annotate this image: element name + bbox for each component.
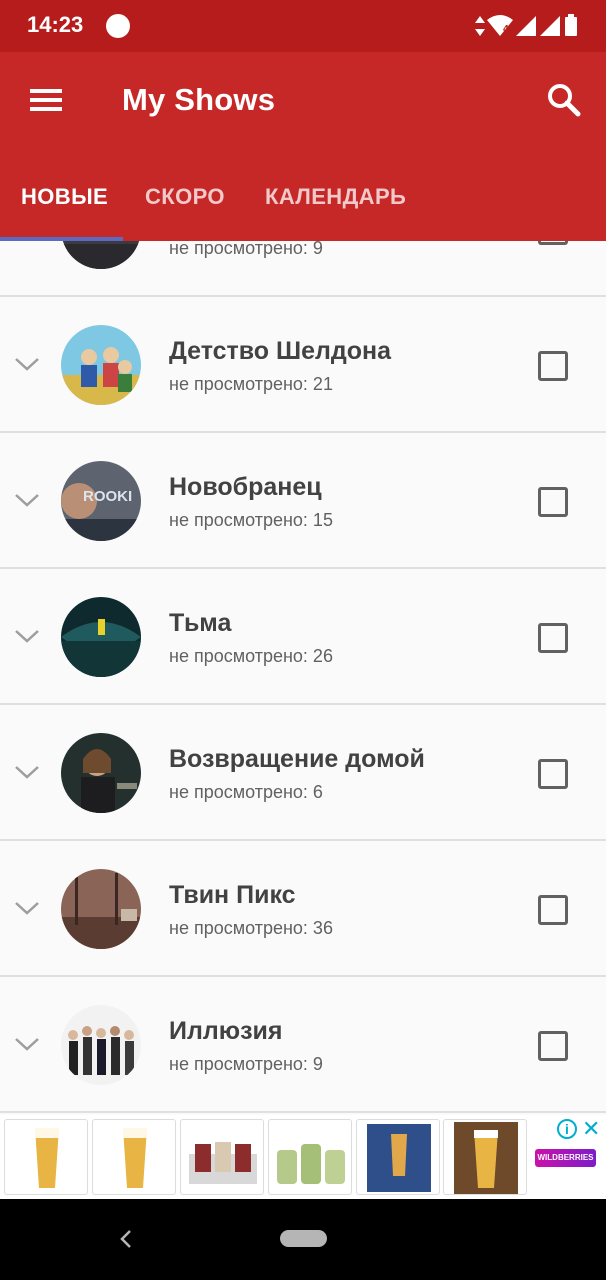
chevron-down-icon[interactable] xyxy=(14,899,40,917)
tab-new[interactable]: НОВЫЕ xyxy=(21,184,108,210)
mark-watched-checkbox[interactable] xyxy=(538,623,568,653)
status-bar: 14:23 4 xyxy=(0,0,606,52)
show-poster xyxy=(61,869,141,949)
battery-icon xyxy=(565,14,577,36)
ad-product-green-jars[interactable] xyxy=(268,1119,352,1195)
list-item[interactable]: Иллюзия не просмотрено: 9 xyxy=(0,977,606,1113)
status-icons: 4 xyxy=(472,13,580,39)
show-poster xyxy=(61,733,141,813)
chevron-down-icon[interactable] xyxy=(14,491,40,509)
system-nav-bar xyxy=(0,1199,606,1280)
mark-watched-checkbox[interactable] xyxy=(538,1031,568,1061)
list-item[interactable]: Тьма не просмотрено: 26 xyxy=(0,569,606,705)
show-poster: ROOKI xyxy=(61,461,141,541)
app-title: My Shows xyxy=(122,82,276,117)
tab-soon[interactable]: СКОРО xyxy=(145,184,225,210)
list-item[interactable]: Твин Пикс не просмотрено: 36 xyxy=(0,841,606,977)
unwatched-count: не просмотрено: 26 xyxy=(169,646,333,666)
cell-signal-2-icon xyxy=(540,16,560,36)
show-title: Иллюзия xyxy=(169,1017,283,1045)
show-list[interactable]: не просмотрено: 9 Детство Шелдона не про… xyxy=(0,241,606,1115)
show-poster xyxy=(61,1005,141,1085)
unwatched-count: не просмотрено: 15 xyxy=(169,510,333,530)
mark-watched-checkbox[interactable] xyxy=(538,487,568,517)
mark-watched-checkbox[interactable] xyxy=(538,759,568,789)
tab-calendar[interactable]: КАЛЕНДАРЬ xyxy=(265,184,406,210)
show-title: Детство Шелдона xyxy=(169,337,392,365)
show-poster xyxy=(61,325,141,405)
poster-text: ROOKI xyxy=(83,488,132,505)
ad-product-beer-glass-2[interactable] xyxy=(92,1119,176,1195)
wifi-icon xyxy=(487,15,513,36)
unwatched-count: не просмотрено: 21 xyxy=(169,374,333,394)
list-item[interactable]: не просмотрено: 9 xyxy=(0,241,606,297)
list-item[interactable]: ROOKI Новобранец не просмотрено: 15 xyxy=(0,433,606,569)
ad-product-shot-glass[interactable] xyxy=(356,1119,440,1195)
unwatched-count: не просмотрено: 9 xyxy=(169,241,323,258)
unwatched-count: не просмотрено: 9 xyxy=(169,1054,323,1074)
list-item[interactable]: Детство Шелдона не просмотрено: 21 xyxy=(0,297,606,433)
search-icon[interactable] xyxy=(544,80,584,120)
unwatched-count: не просмотрено: 6 xyxy=(169,782,323,802)
mark-watched-checkbox[interactable] xyxy=(538,351,568,381)
home-pill[interactable] xyxy=(280,1230,327,1247)
ad-product-beer-glass[interactable] xyxy=(4,1119,88,1195)
show-poster xyxy=(61,241,141,269)
status-time: 14:23 xyxy=(27,12,84,37)
hamburger-menu-icon[interactable] xyxy=(26,82,68,118)
show-title: Твин Пикс xyxy=(169,881,296,909)
data-arrows-icon xyxy=(475,16,485,36)
close-icon[interactable]: ✕ xyxy=(582,1118,602,1140)
show-poster xyxy=(61,597,141,677)
ad-product-mug-set[interactable] xyxy=(180,1119,264,1195)
mark-watched-checkbox[interactable] xyxy=(538,241,568,245)
app-bar: My Shows НОВЫЕ СКОРО КАЛЕНДАРЬ xyxy=(0,52,606,241)
ad-product-beer-glass-3[interactable] xyxy=(443,1119,527,1195)
back-icon[interactable] xyxy=(116,1227,136,1251)
show-title: Возвращение домой xyxy=(169,745,425,773)
ad-brand-logo[interactable]: WILDBERRIES xyxy=(535,1149,596,1167)
ad-banner[interactable]: i ✕ WILDBERRIES xyxy=(0,1115,606,1199)
chevron-down-icon[interactable] xyxy=(14,763,40,781)
chevron-down-icon[interactable] xyxy=(14,627,40,645)
cell-signal-icon xyxy=(516,16,536,36)
info-icon[interactable]: i xyxy=(557,1119,577,1139)
chevron-down-icon[interactable] xyxy=(14,1035,40,1053)
list-item[interactable]: Возвращение домой не просмотрено: 6 xyxy=(0,705,606,841)
show-title: Тьма xyxy=(169,609,232,637)
chevron-down-icon[interactable] xyxy=(14,355,40,373)
network-badge: 4 xyxy=(503,24,509,35)
tab-bar: НОВЫЕ СКОРО КАЛЕНДАРЬ xyxy=(0,172,606,241)
unwatched-count: не просмотрено: 36 xyxy=(169,918,333,938)
notification-dot-icon xyxy=(106,14,130,38)
show-title: Новобранец xyxy=(169,473,322,501)
mark-watched-checkbox[interactable] xyxy=(538,895,568,925)
